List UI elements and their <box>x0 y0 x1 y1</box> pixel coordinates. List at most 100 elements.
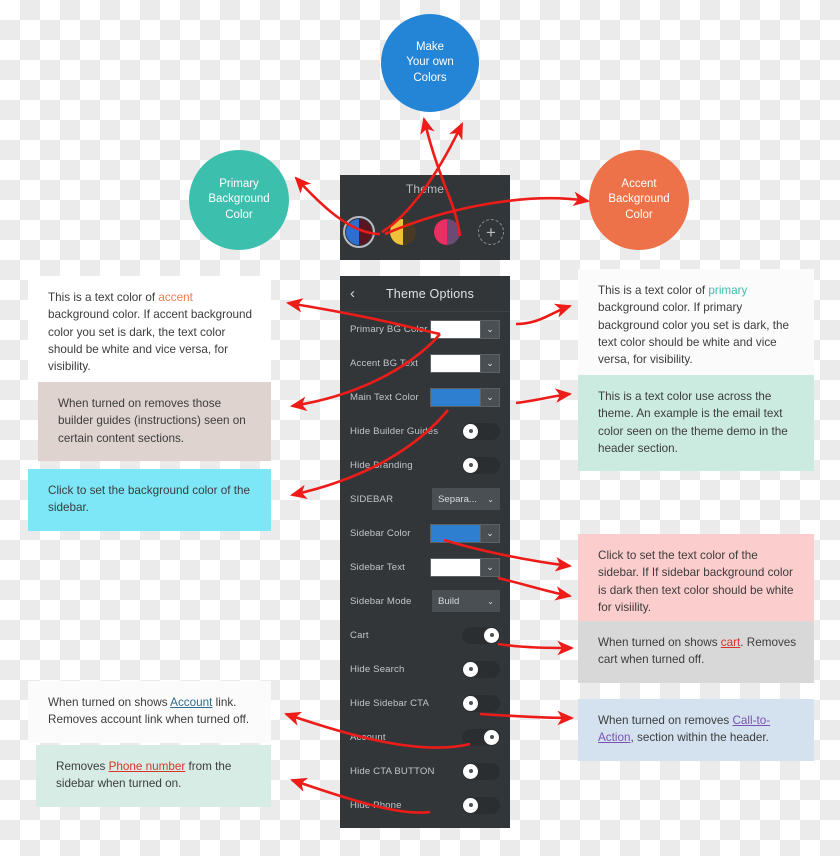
option-row-sidebar-color: Sidebar Color ⌄ <box>340 516 510 550</box>
select-sidebar-mode[interactable]: Build ⌄ <box>432 590 500 612</box>
chevron-down-icon[interactable]: ⌄ <box>480 353 500 373</box>
color-picker-main-text-color[interactable]: ⌄ <box>430 387 500 407</box>
callout-text-post: , section within the header. <box>630 731 769 745</box>
option-row-cart: Cart <box>340 618 510 652</box>
select-value-sidebar: Separa... <box>438 493 477 505</box>
callout-highlight-phone: Phone number <box>108 760 186 773</box>
color-swatch-accent-bg-text[interactable] <box>430 353 480 373</box>
bubble-accent-background-color: Accent Background Color <box>589 150 689 250</box>
option-label-sidebar-mode: Sidebar Mode <box>350 595 412 607</box>
option-row-hide-builder-guides: Hide Builder Guides <box>340 414 510 448</box>
option-label-sidebar-color: Sidebar Color <box>350 527 411 539</box>
option-label-account: Account <box>350 731 386 743</box>
toggle-hide-cta-button[interactable] <box>462 762 500 780</box>
chevron-down-icon[interactable]: ⌄ <box>480 387 500 407</box>
option-row-sidebar-mode: Sidebar Mode Build ⌄ <box>340 584 510 618</box>
swatch-right-half <box>359 219 372 245</box>
option-row-hide-branding: Hide Branding <box>340 448 510 482</box>
callout-text-pre: This is a text color of <box>48 291 159 304</box>
callout-primary-text: This is a text color of primary backgrou… <box>578 269 814 383</box>
chevron-down-icon[interactable]: ⌄ <box>480 523 500 543</box>
theme-strip-title: Theme <box>405 182 445 196</box>
theme-options-title: Theme Options <box>385 286 475 301</box>
bubble-make-your-own-colors: Make Your own Colors <box>381 14 479 112</box>
toggle-knob <box>484 729 499 745</box>
callout-text-pre: When turned on shows <box>598 636 721 649</box>
callout-account-link: When turned on shows Account link. Remov… <box>28 681 271 743</box>
toggle-knob <box>463 763 478 779</box>
color-picker-sidebar-text[interactable]: ⌄ <box>430 557 500 577</box>
option-row-sidebar: SIDEBAR Separa... ⌄ <box>340 482 510 516</box>
color-swatch-main-text-color[interactable] <box>430 387 480 407</box>
toggle-hide-search[interactable] <box>462 660 500 678</box>
bubble-line: Background <box>608 193 670 206</box>
option-row-hide-search: Hide Search <box>340 652 510 686</box>
back-chevron-icon[interactable]: ‹ <box>350 286 362 301</box>
option-label-hide-cta-button: Hide CTA BUTTON <box>350 765 435 777</box>
theme-options-panel: ‹ Theme Options Primary BG Color ⌄ Accent … <box>340 276 510 828</box>
callout-text-pre: When turned on removes <box>598 714 733 727</box>
toggle-hide-sidebar-cta[interactable] <box>462 694 500 712</box>
callout-sidebar-text-color: Click to set the text color of the sideb… <box>578 534 814 631</box>
toggle-account[interactable] <box>462 728 500 746</box>
callout-highlight-primary: primary <box>708 284 748 297</box>
theme-swatch-pink-purple[interactable] <box>434 219 460 245</box>
swatch-left-half <box>390 219 403 245</box>
arrow-primary-bg-to-right-callout <box>515 303 572 326</box>
color-picker-primary-bg-color[interactable]: ⌄ <box>430 319 500 339</box>
theme-swatch-list: + <box>340 216 510 248</box>
callout-text-pre: When turned on shows <box>48 696 171 709</box>
callout-text-pre: Removes <box>56 760 109 773</box>
color-swatch-sidebar-color[interactable] <box>430 523 480 543</box>
swatch-right-half <box>403 219 416 245</box>
bubble-line: Background <box>208 193 270 206</box>
option-label-sidebar-text: Sidebar Text <box>350 561 405 573</box>
chevron-down-icon[interactable]: ⌄ <box>480 557 500 577</box>
toggle-cart[interactable] <box>462 626 500 644</box>
select-value-sidebar-mode: Build <box>438 595 460 607</box>
option-row-hide-phone: Hide Phone <box>340 788 510 822</box>
callout-text-post: background color. If accent background c… <box>48 308 253 374</box>
theme-options-rows: Primary BG Color ⌄ Accent BG Text ⌄ Main Tex… <box>340 312 510 822</box>
callout-accent-text: This is a text color of accent backgroun… <box>28 276 271 390</box>
add-theme-swatch-plus-icon[interactable]: + <box>478 219 504 245</box>
select-sidebar[interactable]: Separa... ⌄ <box>432 488 500 510</box>
color-picker-accent-bg-text[interactable]: ⌄ <box>430 353 500 373</box>
bubble-line: Colors <box>413 71 447 84</box>
color-swatch-primary-bg-color[interactable] <box>430 319 480 339</box>
option-label-hide-search: Hide Search <box>350 663 405 675</box>
bubble-line: Make <box>415 41 445 54</box>
callout-call-to-action: When turned on removes Call-to-Action, s… <box>578 699 814 761</box>
toggle-hide-builder-guides[interactable] <box>462 422 500 440</box>
theme-strip-panel: Theme + <box>340 175 510 260</box>
option-label-cart: Cart <box>350 629 369 641</box>
option-label-hide-builder-guides: Hide Builder Guides <box>350 425 439 437</box>
callout-sidebar-background: Click to set the background color of the… <box>28 469 271 531</box>
callout-text-pre: This is a text color of <box>598 284 709 297</box>
bubble-line: Color <box>625 208 653 221</box>
toggle-knob <box>463 695 478 711</box>
chevron-down-icon[interactable]: ⌄ <box>480 319 500 339</box>
option-row-hide-cta-button: Hide CTA BUTTON <box>340 754 510 788</box>
color-swatch-sidebar-text[interactable] <box>430 557 480 577</box>
toggle-hide-branding[interactable] <box>462 456 500 474</box>
toggle-knob <box>463 797 478 813</box>
theme-swatch-blue-maroon[interactable] <box>343 216 375 248</box>
chevron-down-icon: ⌄ <box>487 596 494 606</box>
theme-swatch-yellow-brown[interactable] <box>390 219 416 245</box>
option-label-primary-bg-color: Primary BG Color <box>350 323 428 335</box>
callout-text-post: background color. If primary background … <box>598 301 790 367</box>
option-label-accent-bg-text: Accent BG Text <box>350 357 419 369</box>
bubble-line: Color <box>225 208 253 221</box>
option-label-main-text-color: Main Text Color <box>350 391 419 403</box>
option-label-hide-sidebar-cta: Hide Sidebar CTA <box>350 697 430 709</box>
callout-text: Click to set the background color of the… <box>48 484 251 515</box>
callout-highlight-accent: accent <box>158 291 193 304</box>
option-row-main-text-color: Main Text Color ⌄ <box>340 380 510 414</box>
bubble-line: Accent <box>621 178 657 191</box>
toggle-hide-phone[interactable] <box>462 796 500 814</box>
option-label-hide-phone: Hide Phone <box>350 799 402 811</box>
color-picker-sidebar-color[interactable]: ⌄ <box>430 523 500 543</box>
callout-highlight-cart: cart <box>720 636 741 649</box>
callout-text: When turned on removes those builder gui… <box>58 397 246 445</box>
